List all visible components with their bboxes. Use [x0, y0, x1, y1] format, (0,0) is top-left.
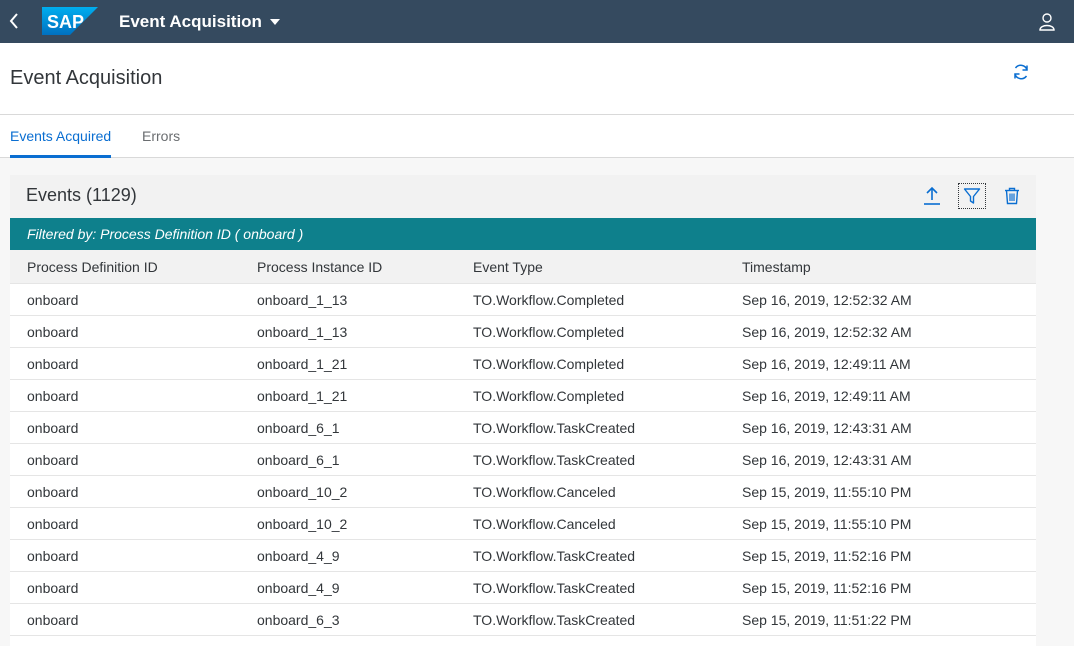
- timestamp-cell: Sep 16, 2019, 12:49:11 AM: [742, 356, 911, 372]
- delete-icon: [1005, 187, 1019, 205]
- process-definition-id-cell: onboard: [27, 516, 79, 532]
- filter-button[interactable]: [958, 183, 986, 209]
- tab-label: Errors: [142, 128, 181, 144]
- process-definition-id-cell: onboard: [27, 324, 79, 340]
- table-header-row: Process Definition ID Process Instance I…: [10, 250, 1036, 284]
- table-title: Events (1129): [26, 185, 137, 205]
- event-type-cell: TO.Workflow.TaskCreated: [473, 612, 636, 628]
- process-instance-id-cell: onboard_10_2: [257, 516, 348, 532]
- timestamp-cell: Sep 16, 2019, 12:43:31 AM: [742, 452, 912, 468]
- event-type-cell: TO.Workflow.Completed: [473, 388, 625, 404]
- timestamp-cell: Sep 16, 2019, 12:52:32 AM: [742, 292, 912, 308]
- back-icon: [9, 13, 18, 29]
- table-row[interactable]: onboard onboard_6_1 TO.Workflow.TaskCreate…: [10, 444, 1036, 476]
- timestamp-cell: Sep 16, 2019, 12:49:11 AM: [742, 388, 911, 404]
- column-header-process-definition-id[interactable]: Process Definition ID: [27, 250, 158, 284]
- process-instance-id-cell: onboard_1_21: [257, 356, 348, 372]
- event-type-cell: TO.Workflow.Canceled: [473, 484, 616, 500]
- chevron-down-icon: [269, 18, 280, 25]
- process-instance-id-cell: onboard_10_2: [257, 484, 348, 500]
- process-definition-id-cell: onboard: [27, 388, 79, 404]
- refresh-button[interactable]: [1008, 59, 1034, 85]
- event-type-cell: TO.Workflow.TaskCreated: [473, 420, 636, 436]
- process-instance-id-cell: onboard_4_9: [257, 548, 340, 564]
- filter-icon: [963, 188, 981, 204]
- timestamp-cell: Sep 15, 2019, 11:52:16 PM: [742, 580, 912, 596]
- tab-bar: Events Acquired Errors: [0, 115, 1074, 158]
- table-row[interactable]: onboard onboard_10_2 TO.Workflow.Canceled S…: [10, 476, 1036, 508]
- timestamp-cell: Sep 15, 2019, 11:52:16 PM: [742, 548, 912, 564]
- event-type-cell: TO.Workflow.TaskCreated: [473, 452, 636, 468]
- user-button[interactable]: [1034, 9, 1060, 35]
- process-instance-id-cell: onboard_1_13: [257, 324, 348, 340]
- event-type-cell: TO.Workflow.Canceled: [473, 516, 616, 532]
- process-definition-id-cell: onboard: [27, 356, 79, 372]
- column-header-timestamp[interactable]: Timestamp: [742, 250, 811, 284]
- process-instance-id-cell: onboard_1_21: [257, 388, 348, 404]
- table-row[interactable]: onboard onboard_4_9 TO.Workflow.TaskCreate…: [10, 572, 1036, 604]
- table-row[interactable]: onboard onboard_10_2 TO.Workflow.Canceled S…: [10, 508, 1036, 540]
- table-toolbar: Events (1129): [10, 175, 1036, 218]
- process-definition-id-cell: onboard: [27, 548, 79, 564]
- upload-button[interactable]: [918, 183, 946, 209]
- content-area: Events (1129) Filtered by: Process Defin…: [0, 158, 1074, 650]
- page-title: Event Acquisition: [10, 67, 163, 89]
- process-definition-id-cell: onboard: [27, 612, 79, 628]
- back-button[interactable]: [2, 6, 26, 36]
- shell-bar: SAP Event Acquisition: [0, 0, 1074, 43]
- event-type-cell: TO.Workflow.Completed: [473, 324, 625, 340]
- table-row[interactable]: onboard onboard_6_1 TO.Workflow.TaskCreate…: [10, 412, 1036, 444]
- delete-button[interactable]: [998, 183, 1026, 209]
- process-definition-id-cell: onboard: [27, 292, 79, 308]
- table-row[interactable]: onboard onboard_1_21 TO.Workflow.Completed…: [10, 348, 1036, 380]
- column-header-process-instance-id[interactable]: Process Instance ID: [257, 250, 382, 284]
- process-instance-id-cell: onboard_6_1: [257, 420, 340, 436]
- table-body: onboard onboard_1_13 TO.Workflow.Completed…: [10, 284, 1036, 636]
- process-definition-id-cell: onboard: [27, 420, 79, 436]
- event-type-cell: TO.Workflow.TaskCreated: [473, 580, 636, 596]
- table-row[interactable]: onboard onboard_1_21 TO.Workflow.Completed…: [10, 380, 1036, 412]
- process-instance-id-cell: onboard_1_13: [257, 292, 348, 308]
- event-type-cell: TO.Workflow.TaskCreated: [473, 548, 636, 564]
- process-instance-id-cell: onboard_6_3: [257, 612, 340, 628]
- app-title: Event Acquisition: [119, 11, 262, 31]
- tab-errors[interactable]: Errors: [142, 115, 180, 157]
- timestamp-cell: Sep 15, 2019, 11:51:22 PM: [742, 612, 912, 628]
- filter-info-text: Filtered by: Process Definition ID ( onb…: [27, 226, 304, 242]
- process-instance-id-cell: onboard_6_1: [257, 452, 340, 468]
- event-type-cell: TO.Workflow.Completed: [473, 356, 625, 372]
- events-table: Events (1129) Filtered by: Process Defin…: [10, 175, 1036, 650]
- process-instance-id-cell: onboard_4_9: [257, 580, 340, 596]
- tab-events-acquired[interactable]: Events Acquired: [10, 115, 112, 158]
- timestamp-cell: Sep 16, 2019, 12:52:32 AM: [742, 324, 912, 340]
- table-row[interactable]: onboard onboard_1_13 TO.Workflow.Completed…: [10, 284, 1036, 316]
- process-definition-id-cell: onboard: [27, 484, 79, 500]
- tab-label: Events Acquired: [10, 128, 112, 144]
- table-row[interactable]: onboard onboard_1_13 TO.Workflow.Completed…: [10, 316, 1036, 348]
- timestamp-cell: Sep 15, 2019, 11:55:10 PM: [742, 484, 912, 500]
- upload-icon: [924, 186, 940, 205]
- app-title-menu[interactable]: Event Acquisition: [119, 0, 280, 43]
- timestamp-cell: Sep 16, 2019, 12:43:31 AM: [742, 420, 912, 436]
- page-header: Event Acquisition: [0, 43, 1074, 115]
- filter-info-bar[interactable]: Filtered by: Process Definition ID ( onb…: [10, 218, 1036, 250]
- user-icon: [1039, 13, 1055, 31]
- column-header-event-type[interactable]: Event Type: [473, 250, 543, 284]
- sap-logo: SAP: [42, 7, 98, 35]
- process-definition-id-cell: onboard: [27, 452, 79, 468]
- refresh-icon: [1014, 64, 1028, 80]
- table-row[interactable]: onboard onboard_6_3 TO.Workflow.TaskCreate…: [10, 604, 1036, 636]
- process-definition-id-cell: onboard: [27, 580, 79, 596]
- event-type-cell: TO.Workflow.Completed: [473, 292, 625, 308]
- sap-logo-text: SAP: [47, 12, 84, 32]
- timestamp-cell: Sep 15, 2019, 11:55:10 PM: [742, 516, 912, 532]
- table-row[interactable]: onboard onboard_4_9 TO.Workflow.TaskCreate…: [10, 540, 1036, 572]
